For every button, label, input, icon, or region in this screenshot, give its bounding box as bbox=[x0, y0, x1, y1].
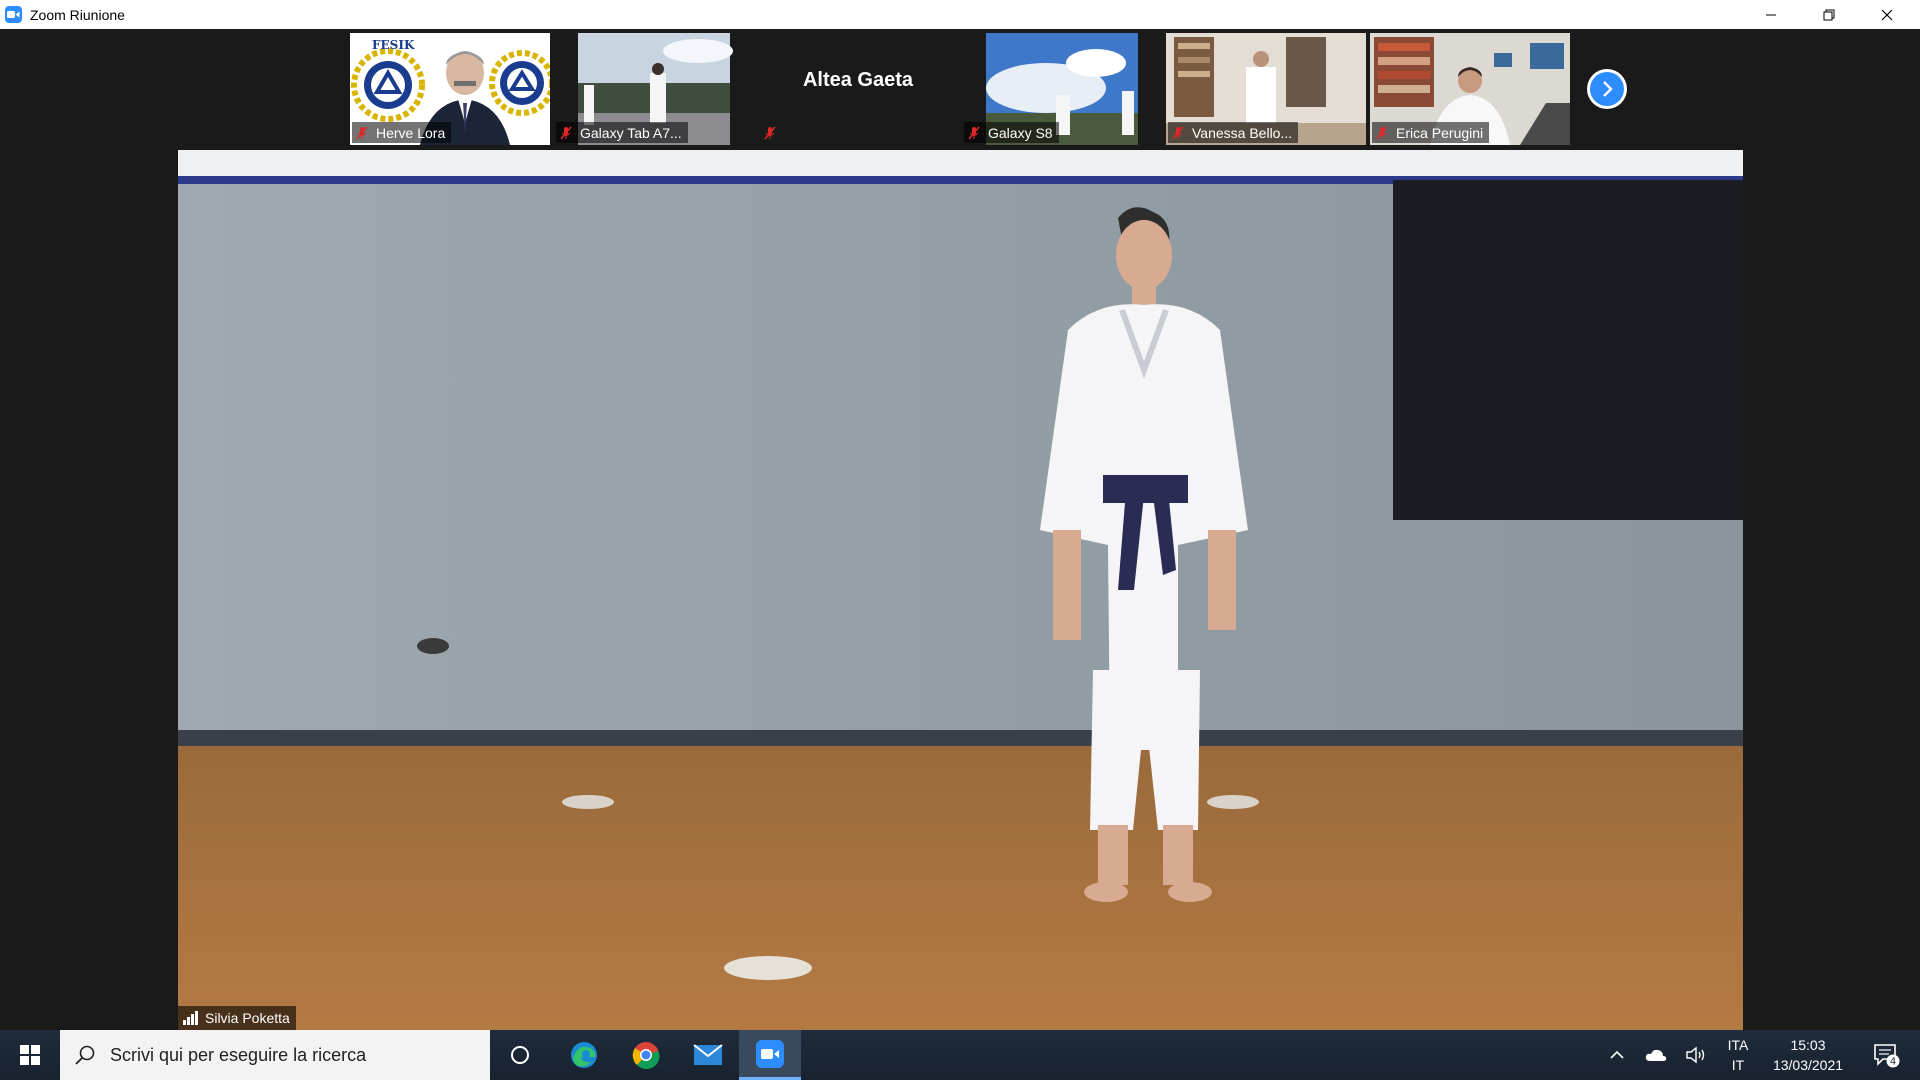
close-button[interactable] bbox=[1858, 0, 1916, 29]
taskbar-zoom[interactable] bbox=[739, 1030, 801, 1080]
speaker-volume-icon bbox=[1686, 1046, 1705, 1064]
active-speaker-label: Silvia Poketta bbox=[178, 1006, 296, 1030]
edge-browser-icon bbox=[571, 1042, 597, 1068]
next-page-button[interactable] bbox=[1587, 69, 1627, 109]
input-language-tray[interactable]: ITA IT bbox=[1716, 1030, 1760, 1080]
clock-date: 13/03/2021 bbox=[1772, 1057, 1844, 1073]
participant-tile[interactable]: Erica Perugini bbox=[1370, 33, 1570, 145]
participant-name: Galaxy Tab A7... bbox=[580, 124, 682, 141]
chevron-right-icon bbox=[1603, 81, 1613, 97]
cortana-circle-icon bbox=[511, 1046, 529, 1064]
restore-icon bbox=[1823, 9, 1835, 20]
minimize-icon bbox=[1766, 14, 1776, 15]
window-titlebar: Zoom Riunione bbox=[0, 0, 1920, 29]
minimize-button[interactable] bbox=[1742, 0, 1800, 29]
mail-icon bbox=[693, 1044, 723, 1065]
participant-tile[interactable]: FESIK Herve Lora bbox=[350, 33, 550, 145]
signal-strength-icon bbox=[183, 1011, 198, 1025]
cloud-icon bbox=[1645, 1049, 1667, 1061]
participant-name: Erica Perugini bbox=[1396, 124, 1484, 141]
action-center-button[interactable]: 4 bbox=[1862, 1030, 1912, 1080]
participant-name-label bbox=[760, 122, 790, 143]
meeting-area: FESIK Herve Lora Galaxy Tab A7... Altea … bbox=[0, 29, 1920, 1030]
participant-name-label: Vanessa Bello... bbox=[1168, 122, 1299, 143]
start-button[interactable] bbox=[0, 1030, 60, 1080]
participant-tile[interactable]: Galaxy Tab A7... bbox=[554, 33, 754, 145]
muted-microphone-icon bbox=[560, 126, 572, 139]
muted-microphone-icon bbox=[968, 126, 980, 139]
taskbar-chrome[interactable] bbox=[621, 1030, 671, 1080]
zoom-app-icon bbox=[756, 1039, 784, 1068]
notification-icon: 4 bbox=[1874, 1044, 1900, 1068]
taskbar-search-box[interactable]: Scrivi qui per eseguire la ricerca bbox=[60, 1030, 490, 1080]
language-code: ITA bbox=[1727, 1037, 1749, 1053]
active-speaker-name: Silvia Poketta bbox=[205, 1010, 290, 1026]
volume-tray[interactable] bbox=[1678, 1030, 1714, 1080]
onedrive-tray[interactable] bbox=[1638, 1030, 1674, 1080]
participant-name: Herve Lora bbox=[376, 124, 446, 141]
participant-name-label: Galaxy Tab A7... bbox=[556, 122, 688, 143]
muted-microphone-icon bbox=[356, 126, 368, 139]
search-icon bbox=[75, 1045, 95, 1065]
participant-tile[interactable]: Vanessa Bello... bbox=[1166, 33, 1366, 145]
dojo-video-frame bbox=[178, 150, 1743, 1030]
clock-tray[interactable]: 15:03 13/03/2021 bbox=[1764, 1030, 1852, 1080]
participant-name-label: Galaxy S8 bbox=[964, 122, 1059, 143]
muted-microphone-icon bbox=[764, 126, 776, 139]
notification-count: 4 bbox=[1890, 1057, 1896, 1068]
svg-text:FESIK: FESIK bbox=[372, 38, 415, 52]
muted-microphone-icon bbox=[1172, 126, 1184, 139]
keyboard-layout: IT bbox=[1731, 1057, 1745, 1073]
taskbar-mail[interactable] bbox=[683, 1030, 733, 1080]
participant-name-label: Erica Perugini bbox=[1372, 122, 1490, 143]
windows-taskbar: Scrivi qui per eseguire la ricerca ITA I… bbox=[0, 1030, 1920, 1080]
windows-logo-icon bbox=[20, 1045, 40, 1065]
participant-name: Vanessa Bello... bbox=[1192, 124, 1293, 141]
task-view-button[interactable] bbox=[495, 1030, 545, 1080]
participant-name-label: Herve Lora bbox=[352, 122, 452, 143]
chrome-browser-icon bbox=[632, 1042, 660, 1070]
chevron-up-icon bbox=[1610, 1050, 1624, 1059]
participant-name: Galaxy S8 bbox=[988, 124, 1053, 141]
close-icon bbox=[1881, 9, 1893, 20]
muted-microphone-icon bbox=[1376, 126, 1388, 139]
active-speaker-video bbox=[178, 150, 1743, 1030]
window-title: Zoom Riunione bbox=[30, 6, 125, 23]
participant-tile[interactable]: Galaxy S8 bbox=[962, 33, 1162, 145]
participant-name-display: Altea Gaeta bbox=[802, 69, 914, 91]
taskbar-edge[interactable] bbox=[559, 1030, 609, 1080]
zoom-app-icon bbox=[5, 6, 22, 23]
participant-tile[interactable]: Altea Gaeta bbox=[758, 33, 958, 145]
restore-button[interactable] bbox=[1800, 0, 1858, 29]
search-placeholder: Scrivi qui per eseguire la ricerca bbox=[110, 1044, 367, 1065]
show-hidden-icons-button[interactable] bbox=[1600, 1030, 1634, 1080]
clock-time: 15:03 bbox=[1790, 1037, 1826, 1053]
